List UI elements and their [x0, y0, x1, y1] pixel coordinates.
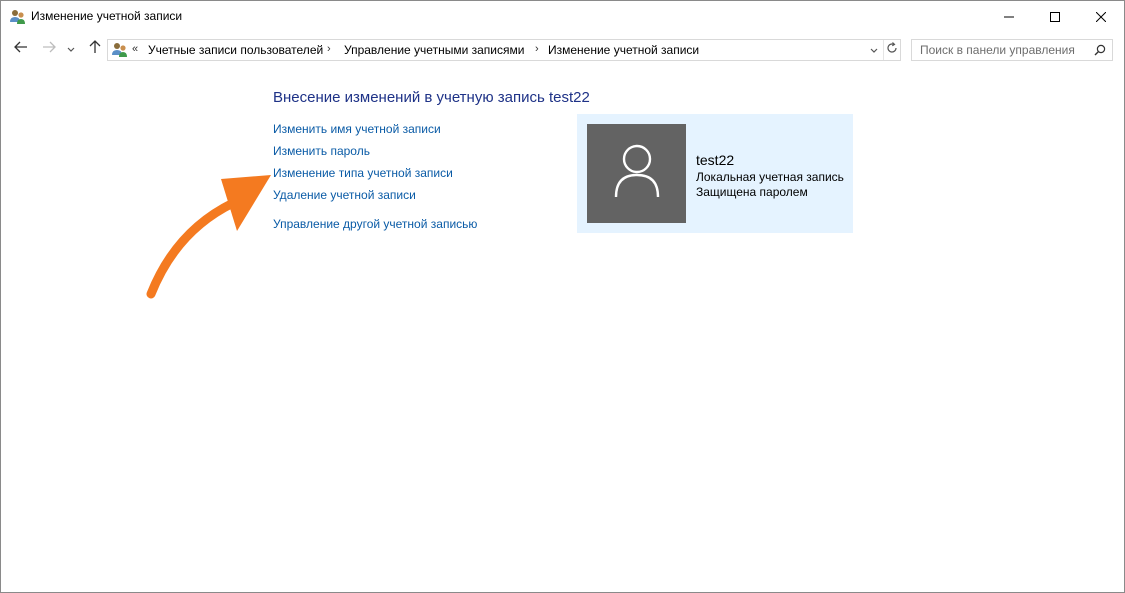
- account-type: Локальная учетная запись: [696, 170, 844, 184]
- arrow-up-icon: [89, 39, 101, 59]
- breadcrumb-separator[interactable]: ›: [327, 43, 331, 55]
- manage-another-account-link[interactable]: Управление другой учетной записью: [273, 217, 477, 231]
- maximize-button[interactable]: [1032, 1, 1078, 32]
- user-accounts-icon: [111, 41, 129, 59]
- annotation-arrow-icon: [146, 175, 271, 299]
- address-dropdown-button[interactable]: [867, 40, 881, 60]
- account-name: test22: [696, 152, 735, 168]
- close-icon: [1096, 11, 1106, 22]
- breadcrumb-overflow[interactable]: «: [132, 43, 138, 55]
- change-password-link[interactable]: Изменить пароль: [273, 144, 370, 158]
- chevron-down-icon: [67, 40, 75, 58]
- user-icon: [613, 143, 661, 204]
- minimize-icon: [1004, 12, 1014, 22]
- delete-account-link[interactable]: Удаление учетной записи: [273, 188, 416, 202]
- chevron-down-icon: [870, 41, 878, 59]
- back-button[interactable]: [10, 37, 32, 61]
- breadcrumb-separator[interactable]: ›: [535, 43, 539, 55]
- arrow-right-icon: [42, 40, 56, 58]
- window-title: Изменение учетной записи: [31, 9, 183, 23]
- refresh-icon: [886, 41, 898, 59]
- title-bar: Изменение учетной записи: [1, 1, 1124, 32]
- breadcrumb-user-accounts[interactable]: Учетные записи пользователей: [148, 43, 323, 57]
- forward-button[interactable]: [38, 37, 60, 61]
- search-input[interactable]: Поиск в панели управления: [911, 39, 1113, 61]
- avatar: [587, 124, 686, 223]
- close-button[interactable]: [1078, 1, 1124, 32]
- up-button[interactable]: [84, 37, 106, 61]
- change-account-type-link[interactable]: Изменение типа учетной записи: [273, 166, 453, 180]
- breadcrumb-change-account[interactable]: Изменение учетной записи: [548, 43, 699, 57]
- address-bar[interactable]: « Учетные записи пользователей › Управле…: [107, 39, 901, 61]
- recent-locations-button[interactable]: [63, 37, 79, 61]
- control-panel-window: Изменение учетной записи « Учетные запис…: [0, 0, 1125, 593]
- user-accounts-icon: [9, 8, 27, 26]
- account-status: Защищена паролем: [696, 185, 808, 199]
- arrow-left-icon: [14, 40, 28, 58]
- account-card: test22 Локальная учетная запись Защищена…: [577, 114, 853, 233]
- minimize-button[interactable]: [986, 1, 1032, 32]
- change-name-link[interactable]: Изменить имя учетной записи: [273, 122, 441, 136]
- refresh-button[interactable]: [883, 40, 900, 60]
- search-placeholder: Поиск в панели управления: [920, 43, 1075, 57]
- breadcrumb-manage-accounts[interactable]: Управление учетными записями: [344, 43, 524, 57]
- search-icon[interactable]: [1094, 43, 1106, 61]
- maximize-icon: [1050, 11, 1060, 22]
- page-title: Внесение изменений в учетную запись test…: [273, 89, 590, 106]
